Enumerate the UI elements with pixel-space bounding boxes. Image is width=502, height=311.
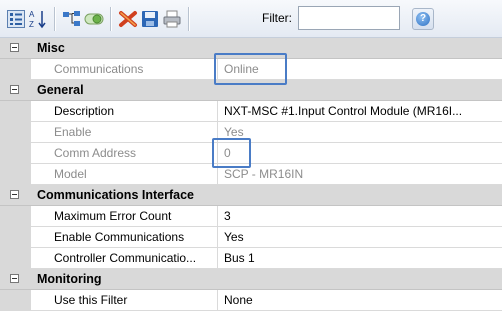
property-name: Enable Communications <box>54 230 185 244</box>
property-value[interactable]: Bus 1 <box>224 248 500 268</box>
property-row[interactable]: Maximum Error Count 3 <box>0 206 502 227</box>
toolbar: A Z Filter: ? <box>0 0 502 38</box>
categorized-view-icon[interactable] <box>6 9 26 29</box>
collapse-icon[interactable] <box>10 43 19 52</box>
property-name: Controller Communicatio... <box>54 251 197 265</box>
column-divider[interactable] <box>217 101 218 122</box>
property-name: Comm Address <box>54 146 137 160</box>
property-row[interactable]: Comm Address 0 <box>0 143 502 164</box>
column-divider[interactable] <box>217 143 218 164</box>
save-icon[interactable] <box>140 9 160 29</box>
category-label: General <box>37 83 84 97</box>
property-value: 0 <box>224 146 231 160</box>
delete-icon[interactable] <box>118 9 138 29</box>
property-row[interactable]: Enable Communications Yes <box>0 227 502 248</box>
property-value[interactable]: None <box>224 290 500 310</box>
collapse-icon[interactable] <box>10 85 19 94</box>
category-label: Misc <box>37 41 65 55</box>
print-icon[interactable] <box>162 9 182 29</box>
category-label: Monitoring <box>37 272 102 286</box>
property-name: Use this Filter <box>54 293 128 307</box>
filter-input[interactable] <box>298 6 400 30</box>
column-divider[interactable] <box>217 206 218 227</box>
column-divider[interactable] <box>217 248 218 269</box>
collapse-icon[interactable] <box>10 190 19 199</box>
property-grid: Misc Communications Online General Descripti… <box>0 38 502 311</box>
property-value: Online <box>224 62 259 76</box>
column-divider[interactable] <box>217 59 218 80</box>
category-row[interactable]: Misc <box>0 38 502 59</box>
category-label: Communications Interface <box>37 188 194 202</box>
row-gutter <box>0 143 31 164</box>
row-gutter <box>0 101 31 122</box>
toggle-icon[interactable] <box>84 9 104 29</box>
svg-text:A: A <box>29 10 35 19</box>
column-divider[interactable] <box>217 290 218 311</box>
category-row[interactable]: Monitoring <box>0 269 502 290</box>
property-row[interactable]: Description NXT-MSC #1.Input Control Modu… <box>0 101 502 122</box>
property-row[interactable]: Use this Filter None <box>0 290 502 311</box>
property-name: Maximum Error Count <box>54 209 172 223</box>
svg-text:Z: Z <box>29 20 34 29</box>
toolbar-separator <box>54 7 56 31</box>
property-name: Description <box>54 104 115 118</box>
column-divider[interactable] <box>217 227 218 248</box>
column-divider[interactable] <box>217 164 218 185</box>
property-value[interactable]: NXT-MSC #1.Input Control Module (MR16I..… <box>224 101 500 121</box>
row-gutter <box>0 206 31 227</box>
row-gutter <box>0 164 31 185</box>
row-gutter <box>0 290 31 311</box>
property-row[interactable]: Communications Online <box>0 59 502 80</box>
collapse-icon[interactable] <box>10 274 19 283</box>
row-gutter <box>0 59 31 80</box>
property-name: Enable <box>54 125 92 139</box>
property-row[interactable]: Model SCP - MR16IN <box>0 164 502 185</box>
toolbar-separator <box>110 7 112 31</box>
toolbar-separator <box>188 7 190 31</box>
hierarchy-icon[interactable] <box>62 9 82 29</box>
property-value: Yes <box>224 125 244 139</box>
category-row[interactable]: Communications Interface <box>0 185 502 206</box>
property-row[interactable]: Enable Yes <box>0 122 502 143</box>
column-divider[interactable] <box>217 122 218 143</box>
alphabetical-sort-icon[interactable]: A Z <box>28 9 48 29</box>
row-gutter <box>0 248 31 269</box>
category-row[interactable]: General <box>0 80 502 101</box>
help-icon: ? <box>416 12 430 26</box>
help-button[interactable]: ? <box>412 8 434 30</box>
property-row[interactable]: Controller Communicatio... Bus 1 <box>0 248 502 269</box>
property-value[interactable]: 3 <box>224 206 500 226</box>
filter-label: Filter: <box>262 11 292 25</box>
property-value: SCP - MR16IN <box>224 167 304 181</box>
row-gutter <box>0 227 31 248</box>
property-name: Model <box>54 167 87 181</box>
property-name: Communications <box>54 62 144 76</box>
row-gutter <box>0 122 31 143</box>
property-value[interactable]: Yes <box>224 227 500 247</box>
